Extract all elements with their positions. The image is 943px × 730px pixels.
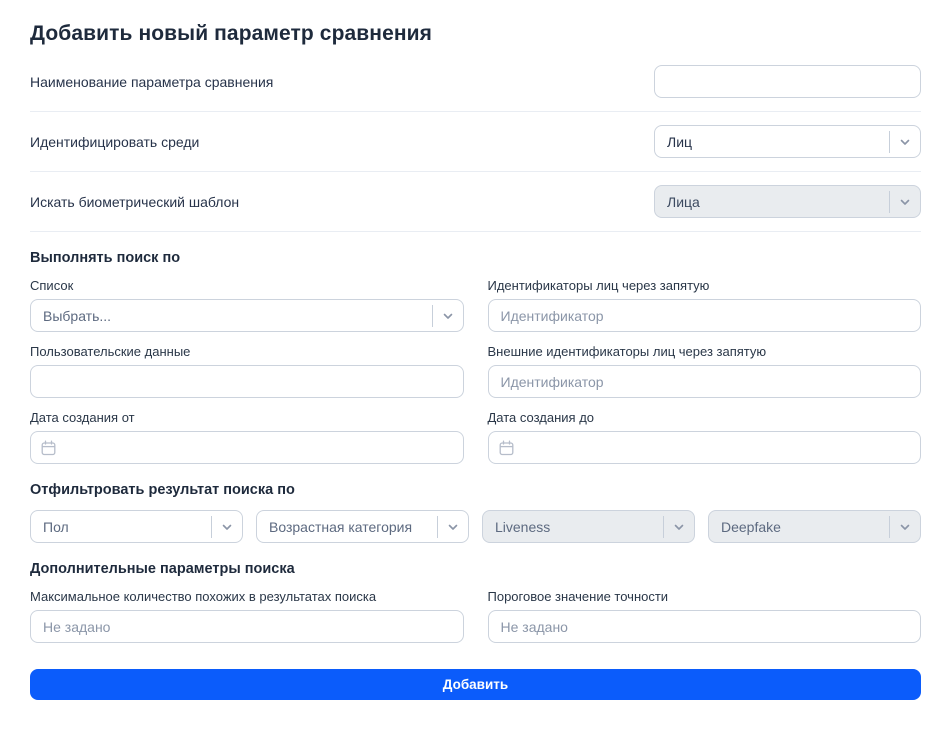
gender-select[interactable]: Пол xyxy=(30,510,243,543)
extra-fields-grid: Максимальное количество похожих в резуль… xyxy=(30,589,921,643)
list-label: Список xyxy=(30,278,464,294)
page-title: Добавить новый параметр сравнения xyxy=(30,22,921,46)
user-data-input[interactable] xyxy=(30,365,464,398)
threshold-input[interactable] xyxy=(488,610,922,643)
deepfake-select: Deepfake xyxy=(708,510,921,543)
chevron-down-icon xyxy=(664,521,694,533)
biometric-template-value: Лица xyxy=(667,194,889,210)
name-label: Наименование параметра сравнения xyxy=(30,74,273,90)
identify-among-select[interactable]: Лиц xyxy=(654,125,921,158)
add-button[interactable]: Добавить xyxy=(30,669,921,700)
form-row-biometric-template: Искать биометрический шаблон Лица xyxy=(30,172,921,232)
chevron-down-icon xyxy=(890,521,920,533)
date-from-label: Дата создания от xyxy=(30,410,464,426)
max-results-label: Максимальное количество похожих в резуль… xyxy=(30,589,464,605)
age-category-select[interactable]: Возрастная категория xyxy=(256,510,469,543)
date-to-input[interactable] xyxy=(488,431,922,464)
form-row-name: Наименование параметра сравнения xyxy=(30,52,921,112)
deepfake-select-value: Deepfake xyxy=(721,519,889,535)
form-row-identify-among: Идентифицировать среди Лиц xyxy=(30,112,921,172)
calendar-icon xyxy=(499,440,514,456)
list-select[interactable]: Выбрать... xyxy=(30,299,464,332)
liveness-select-value: Liveness xyxy=(495,519,663,535)
threshold-label: Пороговое значение точности xyxy=(488,589,922,605)
extra-section-heading: Дополнительные параметры поиска xyxy=(30,561,921,577)
filter-section-heading: Отфильтровать результат поиска по xyxy=(30,482,921,498)
search-section-heading: Выполнять поиск по xyxy=(30,250,921,266)
field-threshold: Пороговое значение точности xyxy=(488,589,922,643)
field-user-data: Пользовательские данные xyxy=(30,344,464,398)
user-data-label: Пользовательские данные xyxy=(30,344,464,360)
search-fields-grid: Список Выбрать... Идентификаторы лиц чер… xyxy=(30,278,921,464)
identify-among-value: Лиц xyxy=(667,134,889,150)
list-select-placeholder: Выбрать... xyxy=(43,308,432,324)
chevron-down-icon xyxy=(212,521,242,533)
chevron-down-icon xyxy=(438,521,468,533)
biometric-template-select: Лица xyxy=(654,185,921,218)
identify-among-label: Идентифицировать среди xyxy=(30,134,199,150)
date-to-label: Дата создания до xyxy=(488,410,922,426)
field-date-to: Дата создания до xyxy=(488,410,922,464)
age-category-select-value: Возрастная категория xyxy=(269,519,437,535)
calendar-icon xyxy=(41,440,56,456)
filter-selects-row: Пол Возрастная категория Liveness Deepfa… xyxy=(30,510,921,543)
chevron-down-icon xyxy=(433,310,463,322)
biometric-template-label: Искать биометрический шаблон xyxy=(30,194,239,210)
field-face-ids: Идентификаторы лиц через запятую xyxy=(488,278,922,332)
field-max-results: Максимальное количество похожих в резуль… xyxy=(30,589,464,643)
add-comparison-parameter-form: Добавить новый параметр сравнения Наимен… xyxy=(30,22,921,700)
name-input[interactable] xyxy=(654,65,921,98)
external-ids-label: Внешние идентификаторы лиц через запятую xyxy=(488,344,922,360)
external-ids-input[interactable] xyxy=(488,365,922,398)
chevron-down-icon xyxy=(890,136,920,148)
liveness-select: Liveness xyxy=(482,510,695,543)
field-date-from: Дата создания от xyxy=(30,410,464,464)
chevron-down-icon xyxy=(890,196,920,208)
field-external-ids: Внешние идентификаторы лиц через запятую xyxy=(488,344,922,398)
date-from-input[interactable] xyxy=(30,431,464,464)
face-ids-input[interactable] xyxy=(488,299,922,332)
max-results-input[interactable] xyxy=(30,610,464,643)
gender-select-value: Пол xyxy=(43,519,211,535)
field-list: Список Выбрать... xyxy=(30,278,464,332)
face-ids-label: Идентификаторы лиц через запятую xyxy=(488,278,922,294)
